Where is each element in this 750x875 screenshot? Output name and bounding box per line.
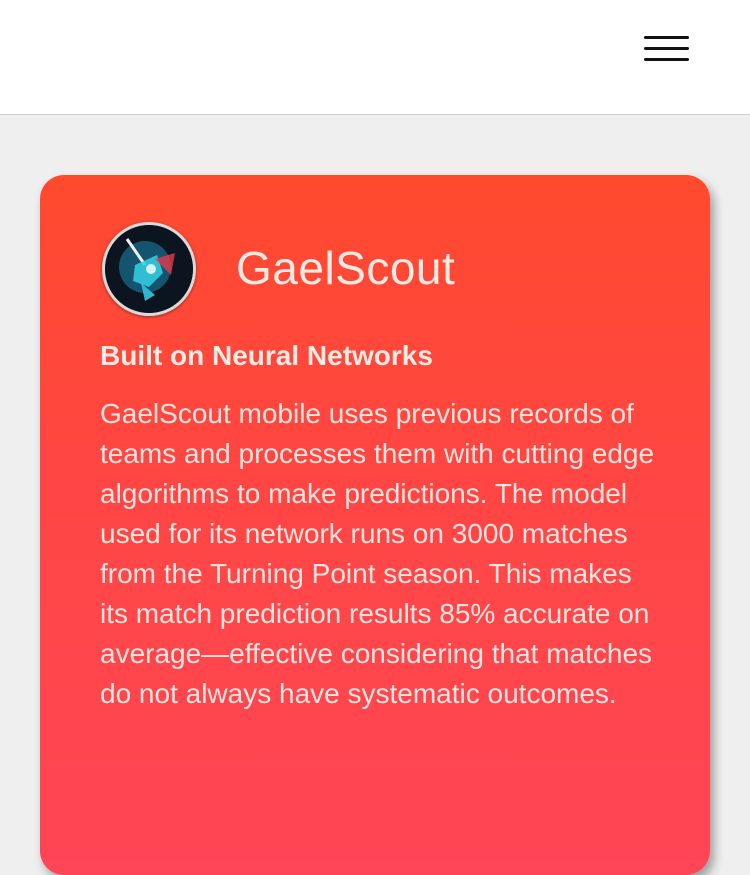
feature-description: GaelScout mobile uses previous records o…: [100, 398, 655, 709]
feature-card: GaelScout Built on Neural Networks GaelS…: [40, 175, 710, 875]
top-navigation-bar: [0, 0, 750, 115]
menu-line: [644, 36, 689, 39]
menu-line: [644, 58, 689, 61]
hamburger-menu-icon[interactable]: [640, 32, 692, 66]
gaelscout-logo-icon: [102, 222, 196, 316]
feature-headline: Built on Neural Networks: [100, 340, 433, 371]
app-name: GaelScout: [236, 242, 456, 294]
menu-line: [644, 47, 689, 50]
